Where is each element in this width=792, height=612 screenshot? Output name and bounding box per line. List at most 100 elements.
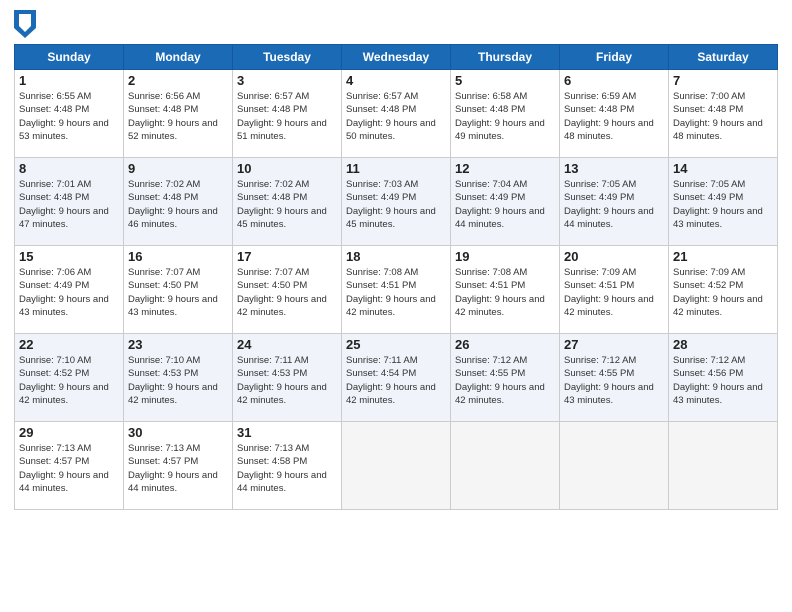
calendar-table: SundayMondayTuesdayWednesdayThursdayFrid…: [14, 44, 778, 510]
cell-info: Sunrise: 6:56 AMSunset: 4:48 PMDaylight:…: [128, 90, 228, 143]
calendar-cell: 20 Sunrise: 7:09 AMSunset: 4:51 PMDayligh…: [560, 246, 669, 334]
cell-info: Sunrise: 7:11 AMSunset: 4:53 PMDaylight:…: [237, 354, 337, 407]
day-number: 24: [237, 337, 337, 352]
calendar-cell: 14Sunrise: 7:05 AMSunset: 4:49 PMDayligh…: [669, 158, 778, 246]
day-number: 29: [19, 425, 119, 440]
calendar-cell: 16 Sunrise: 7:07 AMSunset: 4:50 PMDayligh…: [124, 246, 233, 334]
cell-info: Sunrise: 7:03 AMSunset: 4:49 PMDaylight:…: [346, 178, 446, 231]
day-number: 11: [346, 161, 446, 176]
calendar-cell: 23 Sunrise: 7:10 AMSunset: 4:53 PMDayligh…: [124, 334, 233, 422]
cell-info: Sunrise: 7:12 AMSunset: 4:55 PMDaylight:…: [564, 354, 664, 407]
calendar-week-row: 15 Sunrise: 7:06 AMSunset: 4:49 PMDayligh…: [15, 246, 778, 334]
calendar-week-row: 8 Sunrise: 7:01 AMSunset: 4:48 PMDaylight…: [15, 158, 778, 246]
cell-info: Sunrise: 7:13 AMSunset: 4:58 PMDaylight:…: [237, 442, 337, 495]
day-number: 1: [19, 73, 119, 88]
cell-info: Sunrise: 7:04 AMSunset: 4:49 PMDaylight:…: [455, 178, 555, 231]
calendar-cell: 9Sunrise: 7:02 AMSunset: 4:48 PMDaylight…: [124, 158, 233, 246]
cell-info: Sunrise: 7:08 AMSunset: 4:51 PMDaylight:…: [346, 266, 446, 319]
calendar-cell: 24 Sunrise: 7:11 AMSunset: 4:53 PMDayligh…: [233, 334, 342, 422]
calendar-cell: 15 Sunrise: 7:06 AMSunset: 4:49 PMDayligh…: [15, 246, 124, 334]
weekday-header: Friday: [560, 45, 669, 70]
day-number: 16: [128, 249, 228, 264]
day-number: 4: [346, 73, 446, 88]
calendar-cell: 22Sunrise: 7:10 AMSunset: 4:52 PMDayligh…: [15, 334, 124, 422]
day-number: 6: [564, 73, 664, 88]
calendar-cell: 13 Sunrise: 7:05 AMSunset: 4:49 PMDayligh…: [560, 158, 669, 246]
calendar-cell: 28 Sunrise: 7:12 AMSunset: 4:56 PMDayligh…: [669, 334, 778, 422]
calendar-cell: 17 Sunrise: 7:07 AMSunset: 4:50 PMDayligh…: [233, 246, 342, 334]
day-number: 21: [673, 249, 773, 264]
calendar-cell: [669, 422, 778, 510]
calendar-cell: 26Sunrise: 7:12 AMSunset: 4:55 PMDayligh…: [451, 334, 560, 422]
day-number: 19: [455, 249, 555, 264]
cell-info: Sunrise: 7:13 AMSunset: 4:57 PMDaylight:…: [128, 442, 228, 495]
day-number: 22: [19, 337, 119, 352]
day-number: 8: [19, 161, 119, 176]
calendar-cell: 11 Sunrise: 7:03 AMSunset: 4:49 PMDayligh…: [342, 158, 451, 246]
cell-info: Sunrise: 6:57 AMSunset: 4:48 PMDaylight:…: [346, 90, 446, 143]
cell-info: Sunrise: 6:59 AMSunset: 4:48 PMDaylight:…: [564, 90, 664, 143]
calendar-cell: 18Sunrise: 7:08 AMSunset: 4:51 PMDayligh…: [342, 246, 451, 334]
calendar-cell: 1 Sunrise: 6:55 AMSunset: 4:48 PMDaylight…: [15, 70, 124, 158]
day-number: 17: [237, 249, 337, 264]
calendar-cell: [560, 422, 669, 510]
calendar-cell: 12Sunrise: 7:04 AMSunset: 4:49 PMDayligh…: [451, 158, 560, 246]
page: SundayMondayTuesdayWednesdayThursdayFrid…: [0, 0, 792, 612]
calendar-cell: 27 Sunrise: 7:12 AMSunset: 4:55 PMDayligh…: [560, 334, 669, 422]
weekday-header: Wednesday: [342, 45, 451, 70]
weekday-header: Tuesday: [233, 45, 342, 70]
cell-info: Sunrise: 7:01 AMSunset: 4:48 PMDaylight:…: [19, 178, 119, 231]
day-number: 20: [564, 249, 664, 264]
day-number: 15: [19, 249, 119, 264]
calendar-cell: 2Sunrise: 6:56 AMSunset: 4:48 PMDaylight…: [124, 70, 233, 158]
day-number: 28: [673, 337, 773, 352]
cell-info: Sunrise: 6:58 AMSunset: 4:48 PMDaylight:…: [455, 90, 555, 143]
weekday-header: Thursday: [451, 45, 560, 70]
cell-info: Sunrise: 7:08 AMSunset: 4:51 PMDaylight:…: [455, 266, 555, 319]
calendar-cell: 6 Sunrise: 6:59 AMSunset: 4:48 PMDaylight…: [560, 70, 669, 158]
logo: [14, 10, 39, 38]
day-number: 26: [455, 337, 555, 352]
calendar-cell: [451, 422, 560, 510]
day-number: 23: [128, 337, 228, 352]
header: [14, 10, 778, 38]
calendar-cell: 3 Sunrise: 6:57 AMSunset: 4:48 PMDaylight…: [233, 70, 342, 158]
calendar-cell: 21 Sunrise: 7:09 AMSunset: 4:52 PMDayligh…: [669, 246, 778, 334]
day-number: 3: [237, 73, 337, 88]
day-number: 27: [564, 337, 664, 352]
day-number: 13: [564, 161, 664, 176]
weekday-header: Sunday: [15, 45, 124, 70]
calendar-cell: 25 Sunrise: 7:11 AMSunset: 4:54 PMDayligh…: [342, 334, 451, 422]
cell-info: Sunrise: 7:10 AMSunset: 4:53 PMDaylight:…: [128, 354, 228, 407]
cell-info: Sunrise: 7:00 AMSunset: 4:48 PMDaylight:…: [673, 90, 773, 143]
day-number: 31: [237, 425, 337, 440]
cell-info: Sunrise: 7:09 AMSunset: 4:51 PMDaylight:…: [564, 266, 664, 319]
weekday-header-row: SundayMondayTuesdayWednesdayThursdayFrid…: [15, 45, 778, 70]
cell-info: Sunrise: 7:09 AMSunset: 4:52 PMDaylight:…: [673, 266, 773, 319]
calendar-cell: 29Sunrise: 7:13 AMSunset: 4:57 PMDayligh…: [15, 422, 124, 510]
day-number: 30: [128, 425, 228, 440]
calendar-week-row: 22Sunrise: 7:10 AMSunset: 4:52 PMDayligh…: [15, 334, 778, 422]
calendar-cell: 10Sunrise: 7:02 AMSunset: 4:48 PMDayligh…: [233, 158, 342, 246]
cell-info: Sunrise: 6:57 AMSunset: 4:48 PMDaylight:…: [237, 90, 337, 143]
logo-icon: [14, 10, 36, 38]
calendar-cell: [342, 422, 451, 510]
cell-info: Sunrise: 7:02 AMSunset: 4:48 PMDaylight:…: [237, 178, 337, 231]
calendar-cell: 4 Sunrise: 6:57 AMSunset: 4:48 PMDaylight…: [342, 70, 451, 158]
calendar-week-row: 29 Sunrise: 7:13 AMSunset: 4:57 PMDayligh…: [15, 422, 778, 510]
cell-info: Sunrise: 7:05 AMSunset: 4:49 PMDaylight:…: [564, 178, 664, 231]
cell-info: Sunrise: 7:11 AMSunset: 4:54 PMDaylight:…: [346, 354, 446, 407]
cell-info: Sunrise: 7:07 AMSunset: 4:50 PMDaylight:…: [237, 266, 337, 319]
calendar-cell: 5Sunrise: 6:58 AMSunset: 4:48 PMDaylight…: [451, 70, 560, 158]
calendar-cell: 8 Sunrise: 7:01 AMSunset: 4:48 PMDaylight…: [15, 158, 124, 246]
weekday-header: Monday: [124, 45, 233, 70]
cell-info: Sunrise: 7:06 AMSunset: 4:49 PMDaylight:…: [19, 266, 119, 319]
day-number: 25: [346, 337, 446, 352]
cell-info: Sunrise: 7:12 AMSunset: 4:56 PMDaylight:…: [673, 354, 773, 407]
day-number: 14: [673, 161, 773, 176]
calendar-week-row: 1 Sunrise: 6:55 AMSunset: 4:48 PMDaylight…: [15, 70, 778, 158]
day-number: 7: [673, 73, 773, 88]
cell-info: Sunrise: 6:55 AMSunset: 4:48 PMDaylight:…: [19, 90, 119, 143]
cell-info: Sunrise: 7:07 AMSunset: 4:50 PMDaylight:…: [128, 266, 228, 319]
weekday-header: Saturday: [669, 45, 778, 70]
